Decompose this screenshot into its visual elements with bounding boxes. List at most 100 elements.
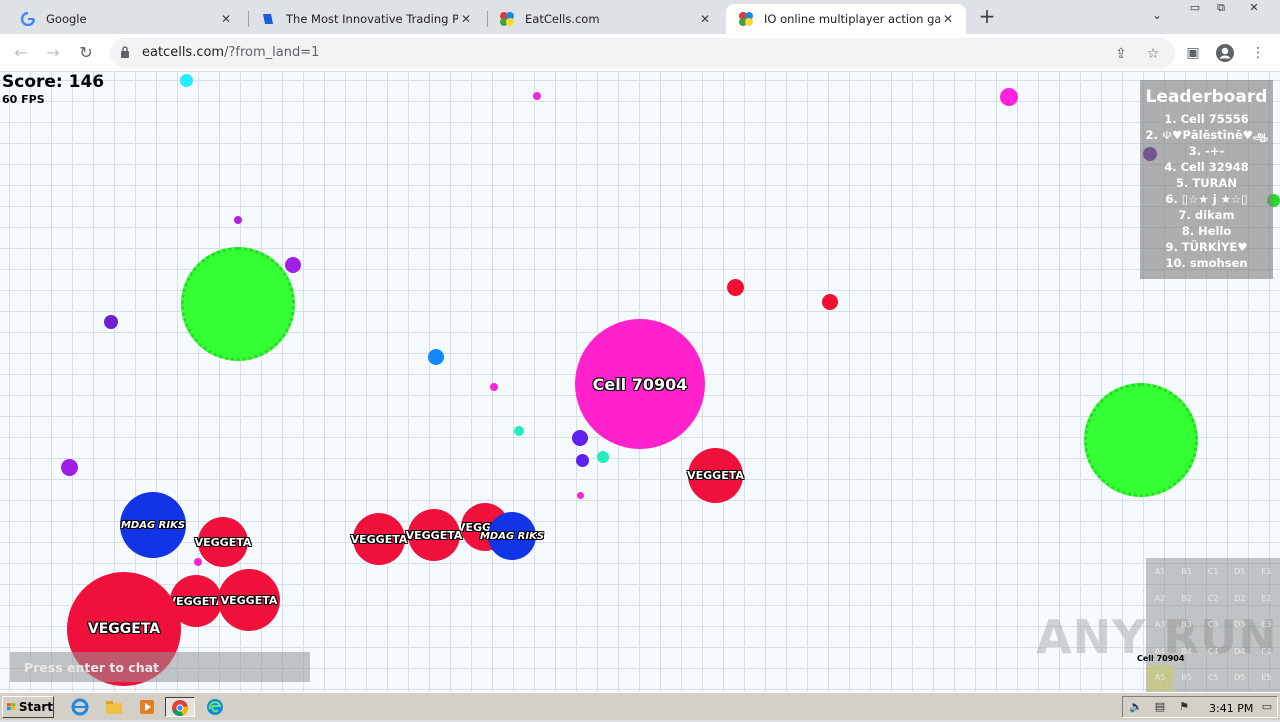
chrome-taskbar-button[interactable] [165, 697, 195, 717]
profile-icon[interactable] [1215, 43, 1235, 63]
fps-label: 60 FPS [2, 93, 45, 106]
minimap-cell: D5 [1234, 673, 1246, 683]
minimap-cell: C3 [1207, 620, 1219, 630]
enemy-cell: MDAG RIKS [480, 512, 544, 560]
close-icon[interactable]: ✕ [697, 12, 713, 26]
score-label: Score: 146 [2, 72, 105, 92]
food-pellet [61, 459, 78, 476]
close-icon[interactable]: ✕ [458, 12, 474, 26]
tab-eatcells[interactable]: EatCells.com ✕ [487, 4, 723, 34]
tab-title: IO online multiplayer action game. Sc [764, 12, 940, 26]
forward-arrow-icon[interactable]: → [42, 42, 64, 64]
food-pellet [180, 74, 193, 87]
food-pellet [234, 216, 242, 224]
close-icon[interactable]: ✕ [218, 12, 234, 26]
food-pellet [104, 315, 118, 329]
minimap-cell: A3 [1154, 620, 1166, 630]
enemy-cell: VEGGETA [350, 513, 408, 565]
cell-name-label: VEGGETA [687, 469, 744, 482]
leaderboard-entry: 8. Hello [1181, 224, 1232, 238]
folder-icon[interactable] [104, 697, 124, 717]
food-pellet [285, 257, 301, 273]
address-bar[interactable]: eatcells.com/?from_land=1 ⇪ ☆ [110, 38, 1175, 68]
tab-io-game[interactable]: IO online multiplayer action game. Sc ✕ [726, 4, 966, 34]
clock: 3:41 PM [1209, 702, 1254, 715]
tab-trading[interactable]: The Most Innovative Trading Platform ✕ [248, 4, 484, 34]
back-arrow-icon[interactable]: ← [10, 42, 32, 64]
virus-cell [181, 247, 295, 361]
tab-google[interactable]: Google ✕ [8, 4, 244, 34]
flag-icon[interactable]: ⚑ [1177, 701, 1191, 713]
start-button[interactable]: Start [2, 696, 54, 718]
food-pellet [727, 279, 744, 296]
volume-icon[interactable]: 🔈 [1129, 701, 1143, 713]
minimize-icon[interactable]: ▭ [1184, 2, 1206, 16]
leaderboard-entry: 1. Cell 75556 [1164, 112, 1249, 126]
tab-strip: Google ✕ The Most Innovative Trading Pla… [0, 0, 1280, 34]
minimap-cell: A2 [1154, 593, 1166, 603]
minimap-cell: B5 [1181, 673, 1192, 683]
leaderboard-title: Leaderboard [1145, 87, 1268, 107]
minimap-cell: E3 [1261, 620, 1272, 630]
taskbar: Start 🔈 ▤ ⚑ 3:41 PM ▭ [0, 692, 1280, 720]
lock-icon [121, 46, 129, 58]
cell-name-label: VEGGETA [220, 593, 278, 607]
minimap-cell: B2 [1181, 593, 1192, 603]
reload-icon[interactable]: ↻ [75, 42, 97, 64]
google-icon [20, 11, 36, 27]
food-pellet [1000, 88, 1018, 106]
minimap-cell: B3 [1181, 620, 1192, 630]
food-pellet [194, 558, 202, 566]
network-icon[interactable]: ▤ [1153, 701, 1167, 713]
minimap-cell: D3 [1234, 620, 1246, 630]
minimap: A1 B1 C1 D1 E1 A2 B2 C2 D2 E2 A3 B3 C3 D3 E3 A4 B4 C4 D4 E4… [1146, 558, 1280, 692]
game-canvas[interactable]: Score: 146 60 FPS Cell 70904 VEGGETA VEG… [0, 72, 1280, 692]
food-pellet [822, 294, 838, 310]
chrome-icon [172, 700, 189, 717]
star-icon[interactable]: ☆ [1144, 45, 1162, 63]
side-panel-icon[interactable]: ▣ [1183, 43, 1203, 63]
cell-name-label: VEGGETA [194, 535, 252, 549]
minimap-cell: E5 [1261, 673, 1272, 683]
ie-icon[interactable] [70, 697, 90, 717]
food-pellet [490, 383, 498, 391]
cell-name-label: MDAG RIKS [120, 519, 186, 531]
edge-icon[interactable] [205, 697, 225, 717]
player-cell: Cell 70904 [575, 319, 705, 449]
minimap-cell: C4 [1207, 646, 1219, 656]
minimap-cell: C2 [1207, 593, 1219, 603]
windows-logo-icon [7, 703, 16, 711]
new-tab-button[interactable]: + [976, 6, 998, 28]
minimap-cell: E1 [1261, 567, 1272, 576]
tab-title: Google [46, 12, 87, 26]
chat-input[interactable]: Press enter to chat [10, 652, 310, 682]
leaderboard-entry: 5. TURAN [1176, 176, 1237, 190]
close-icon[interactable]: ✕ [940, 12, 956, 26]
enemy-cell: VEGGETA [195, 517, 251, 567]
enemy-cell: VEGGETA [406, 509, 462, 561]
food-pellet [576, 454, 589, 467]
enemy-cell: MDAG RIKS [120, 492, 186, 558]
system-tray [1122, 696, 1278, 718]
share-icon[interactable]: ⇪ [1112, 45, 1130, 63]
leaderboard-entry: 7. dikam [1178, 208, 1235, 222]
cell-name-label: VEGGETA [350, 532, 408, 546]
url-host: eatcells.com [142, 45, 225, 60]
enemy-cell: VEGGETA [687, 448, 744, 503]
window-close-icon[interactable]: ✕ [1243, 2, 1265, 16]
minimap-cell: A1 [1154, 567, 1166, 576]
url-text: eatcells.com/?from_land=1 [142, 45, 319, 60]
chevron-down-icon[interactable]: ⌄ [1152, 8, 1162, 22]
restore-icon[interactable]: ⧉ [1210, 2, 1232, 16]
food-pellet [514, 426, 524, 436]
minimap-cell: E4 [1261, 646, 1272, 656]
media-player-icon[interactable] [137, 697, 157, 717]
show-desktop-icon[interactable]: ▭ [1260, 701, 1274, 713]
food-pellet [572, 430, 588, 446]
leaderboard-entry: 3. -+- [1188, 144, 1225, 158]
kebab-menu-icon[interactable]: ⋮ [1248, 43, 1268, 63]
minimap-cell: D1 [1234, 567, 1246, 576]
enemy-cell: VEGGETA [218, 569, 280, 631]
leaderboard-entry: 2. ☫♥Pālēstīnē♥ஆ [1145, 128, 1268, 142]
leaderboard-entry: 10. smohsen [1165, 256, 1248, 270]
